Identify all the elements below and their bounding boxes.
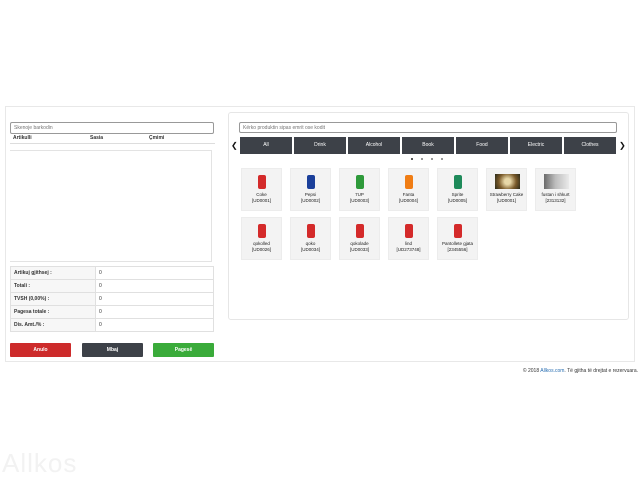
totals-row: Totali :0: [10, 279, 214, 293]
category-tab-all[interactable]: All: [240, 137, 292, 154]
totals-table: Artikuj gjithsej :0 Totali :0 TVSH (0,00…: [10, 266, 214, 332]
product-image: [355, 224, 364, 238]
product-card[interactable]: qokolade [UD0033]: [339, 217, 380, 260]
product-card[interactable]: Coke [UD0001]: [241, 168, 282, 211]
product-code: [UD0001]: [496, 198, 516, 203]
category-tab-clothes[interactable]: Clothes: [564, 137, 616, 154]
column-item: Artikulli: [13, 135, 32, 141]
discount-value[interactable]: 0: [99, 322, 102, 328]
cart-items-list[interactable]: [10, 150, 212, 262]
product-card[interactable]: qokolled [UD0026]: [241, 217, 282, 260]
product-card[interactable]: Strawberry Cake [UD0001]: [486, 168, 527, 211]
copyright-year: © 2018: [522, 368, 540, 374]
product-code: [UD0003]: [349, 198, 369, 203]
product-code: [UD0001]: [251, 198, 271, 203]
product-code: [UD0005]: [447, 198, 467, 203]
product-image: [453, 224, 462, 238]
pos-screen: Artikulli Sasia Çmimi Artikuj gjithsej :…: [0, 0, 640, 480]
product-card[interactable]: fustan i shkurt [2313132]: [535, 168, 576, 211]
product-card[interactable]: qoko [UD0034]: [290, 217, 331, 260]
product-panel: ❮ ❯ All Drink Alcohol Book Food Electric…: [228, 112, 629, 320]
product-card[interactable]: Fanta [UD0004]: [388, 168, 429, 211]
total-payment-value: 0: [95, 305, 214, 319]
product-image: [355, 175, 364, 189]
product-card[interactable]: Sprite [UD0005]: [437, 168, 478, 211]
totals-row: Pagesa totale :0: [10, 305, 214, 319]
allkos-watermark: Allkos: [2, 448, 78, 478]
pay-button[interactable]: Pagesë: [153, 343, 214, 357]
category-tabs: All Drink Alcohol Book Food Electric Clo…: [240, 137, 618, 154]
product-card[interactable]: lind [UD273748]: [388, 217, 429, 260]
total-label: Totali :: [10, 279, 96, 293]
vat-value: 0: [95, 292, 214, 306]
allkos-link[interactable]: Allkos.com: [540, 368, 564, 374]
total-value: 0: [95, 279, 214, 293]
product-image: [306, 224, 315, 238]
hold-button[interactable]: Mbaj: [82, 343, 143, 357]
pager-dot[interactable]: [411, 158, 413, 160]
product-card[interactable]: Pantollete gjata [2345556]: [437, 217, 478, 260]
category-tab-electric[interactable]: Electric: [510, 137, 562, 154]
product-image: [494, 174, 520, 189]
product-image: [257, 175, 266, 189]
pager-dot[interactable]: [431, 158, 433, 160]
totals-row: TVSH (0,00%) :0: [10, 292, 214, 306]
product-image: [257, 224, 266, 238]
total-items-value: 0: [95, 266, 214, 280]
copyright-footer: © 2018 Allkos.com. Të gjitha të drejtat …: [522, 368, 638, 374]
product-card[interactable]: Pepsi [UD0002]: [290, 168, 331, 211]
pager-dot[interactable]: [421, 158, 423, 160]
category-tab-drink[interactable]: Drink: [294, 137, 346, 154]
action-buttons: Anulo Mbaj Pagesë: [10, 343, 215, 357]
column-price: Çmimi: [149, 135, 165, 141]
product-code: [UD0002]: [300, 198, 320, 203]
cart-table-header: Artikulli Sasia Çmimi: [10, 132, 215, 144]
cancel-button[interactable]: Anulo: [10, 343, 71, 357]
discount-label: Dis. Amt./% :: [10, 318, 96, 332]
discount-field[interactable]: 0: [95, 318, 214, 332]
product-code: [UD0034]: [300, 247, 320, 252]
chevron-right-icon[interactable]: ❯: [619, 141, 626, 150]
product-code: [UD0004]: [398, 198, 418, 203]
column-quantity: Sasia: [90, 135, 104, 141]
cart-panel: Artikulli Sasia Çmimi Artikuj gjithsej :…: [10, 116, 215, 357]
product-image: [306, 175, 315, 189]
carousel-pager: [411, 158, 451, 162]
product-code: [UD273748]: [396, 247, 421, 252]
product-code: [2345556]: [447, 247, 468, 252]
product-code: [UD0026]: [251, 247, 271, 252]
totals-row: Artikuj gjithsej :0: [10, 266, 214, 280]
product-code: [2313132]: [545, 198, 566, 203]
vat-label: TVSH (0,00%) :: [10, 292, 96, 306]
product-image: [404, 175, 413, 189]
product-image: [543, 174, 569, 189]
category-tab-book[interactable]: Book: [402, 137, 454, 154]
product-image: [453, 175, 462, 189]
product-code: [UD0033]: [349, 247, 369, 252]
product-search-input[interactable]: [239, 122, 617, 133]
product-card[interactable]: 7UP [UD0003]: [339, 168, 380, 211]
totals-row: Dis. Amt./% :0: [10, 318, 214, 332]
total-payment-label: Pagesa totale :: [10, 305, 96, 319]
category-tab-alcohol[interactable]: Alcohol: [348, 137, 400, 154]
category-tab-food[interactable]: Food: [456, 137, 508, 154]
chevron-left-icon[interactable]: ❮: [231, 141, 238, 150]
product-image: [404, 224, 413, 238]
rights-text: Të gjitha të drejtat e rezervuara.: [567, 368, 638, 374]
pager-dot[interactable]: [441, 158, 443, 160]
total-items-label: Artikuj gjithsej :: [10, 266, 96, 280]
